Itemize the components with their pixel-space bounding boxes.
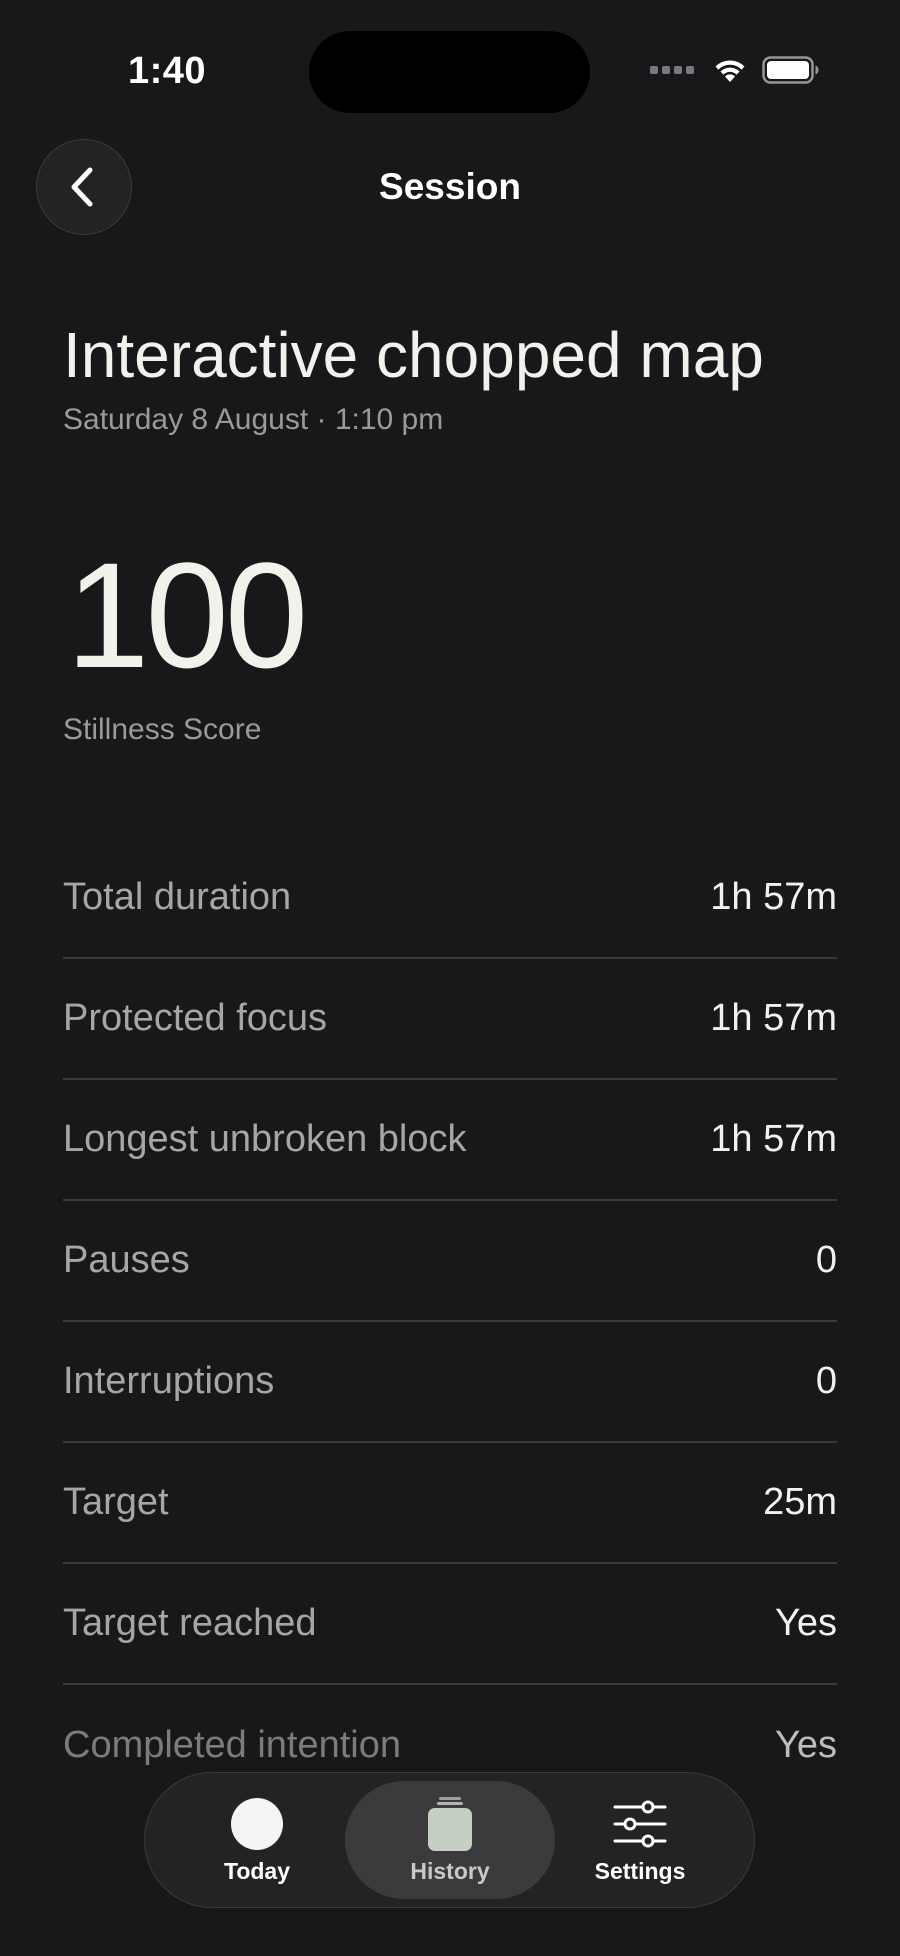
stat-value: 1h 57m	[710, 1118, 837, 1160]
status-time: 1:40	[128, 50, 207, 92]
stat-label: Longest unbroken block	[63, 1118, 467, 1160]
stat-value: Yes	[775, 1724, 837, 1766]
stat-value: 0	[815, 1360, 837, 1402]
page-title: Session	[379, 166, 521, 207]
session-date: Saturday 8 August · 1:10 pm	[63, 403, 444, 436]
tab-bar: Today History Settings	[144, 1772, 755, 1908]
wifi-icon	[715, 60, 745, 82]
stat-label: Protected focus	[63, 997, 328, 1039]
dynamic-island	[309, 31, 590, 113]
stat-value: 0	[815, 1239, 837, 1281]
stat-row-protected-focus: Protected focus 1h 57m	[63, 959, 837, 1080]
stat-row-interruptions: Interruptions 0	[63, 1322, 837, 1443]
stat-row-pauses: Pauses 0	[63, 1201, 837, 1322]
stat-value: 25m	[763, 1481, 837, 1523]
tab-history[interactable]: History	[345, 1781, 555, 1899]
stat-row-target-reached: Target reached Yes	[63, 1564, 837, 1685]
stat-label: Interruptions	[63, 1360, 275, 1402]
stat-label: Target	[63, 1481, 169, 1523]
session-title: Interactive chopped map	[63, 319, 764, 391]
stat-value: 1h 57m	[710, 876, 837, 918]
cellular-signal-icon	[650, 66, 694, 74]
session-stats-list: Total duration 1h 57m Protected focus 1h…	[63, 838, 837, 1806]
stat-row-total-duration: Total duration 1h 57m	[63, 838, 837, 959]
sliders-icon	[613, 1800, 667, 1847]
stillness-score-value: 100	[66, 531, 308, 699]
stat-row-target: Target 25m	[63, 1443, 837, 1564]
battery-icon	[762, 56, 819, 84]
stat-label: Total duration	[63, 876, 292, 918]
circle-icon	[231, 1797, 283, 1850]
tab-label: Today	[223, 1857, 291, 1884]
status-indicators	[650, 56, 820, 84]
tab-settings[interactable]: Settings	[575, 1781, 705, 1899]
stat-label: Target reached	[63, 1602, 317, 1644]
stat-value: 1h 57m	[710, 997, 837, 1039]
stat-row-longest-unbroken-block: Longest unbroken block 1h 57m	[63, 1080, 837, 1201]
stat-label: Completed intention	[63, 1724, 401, 1766]
tab-today[interactable]: Today	[197, 1781, 317, 1899]
stillness-score-label: Stillness Score	[63, 713, 262, 746]
tab-label: Settings	[594, 1857, 686, 1884]
stat-label: Pauses	[63, 1239, 190, 1281]
jar-icon	[428, 1796, 472, 1851]
tab-label: History	[410, 1857, 490, 1884]
stat-value: Yes	[775, 1602, 837, 1644]
